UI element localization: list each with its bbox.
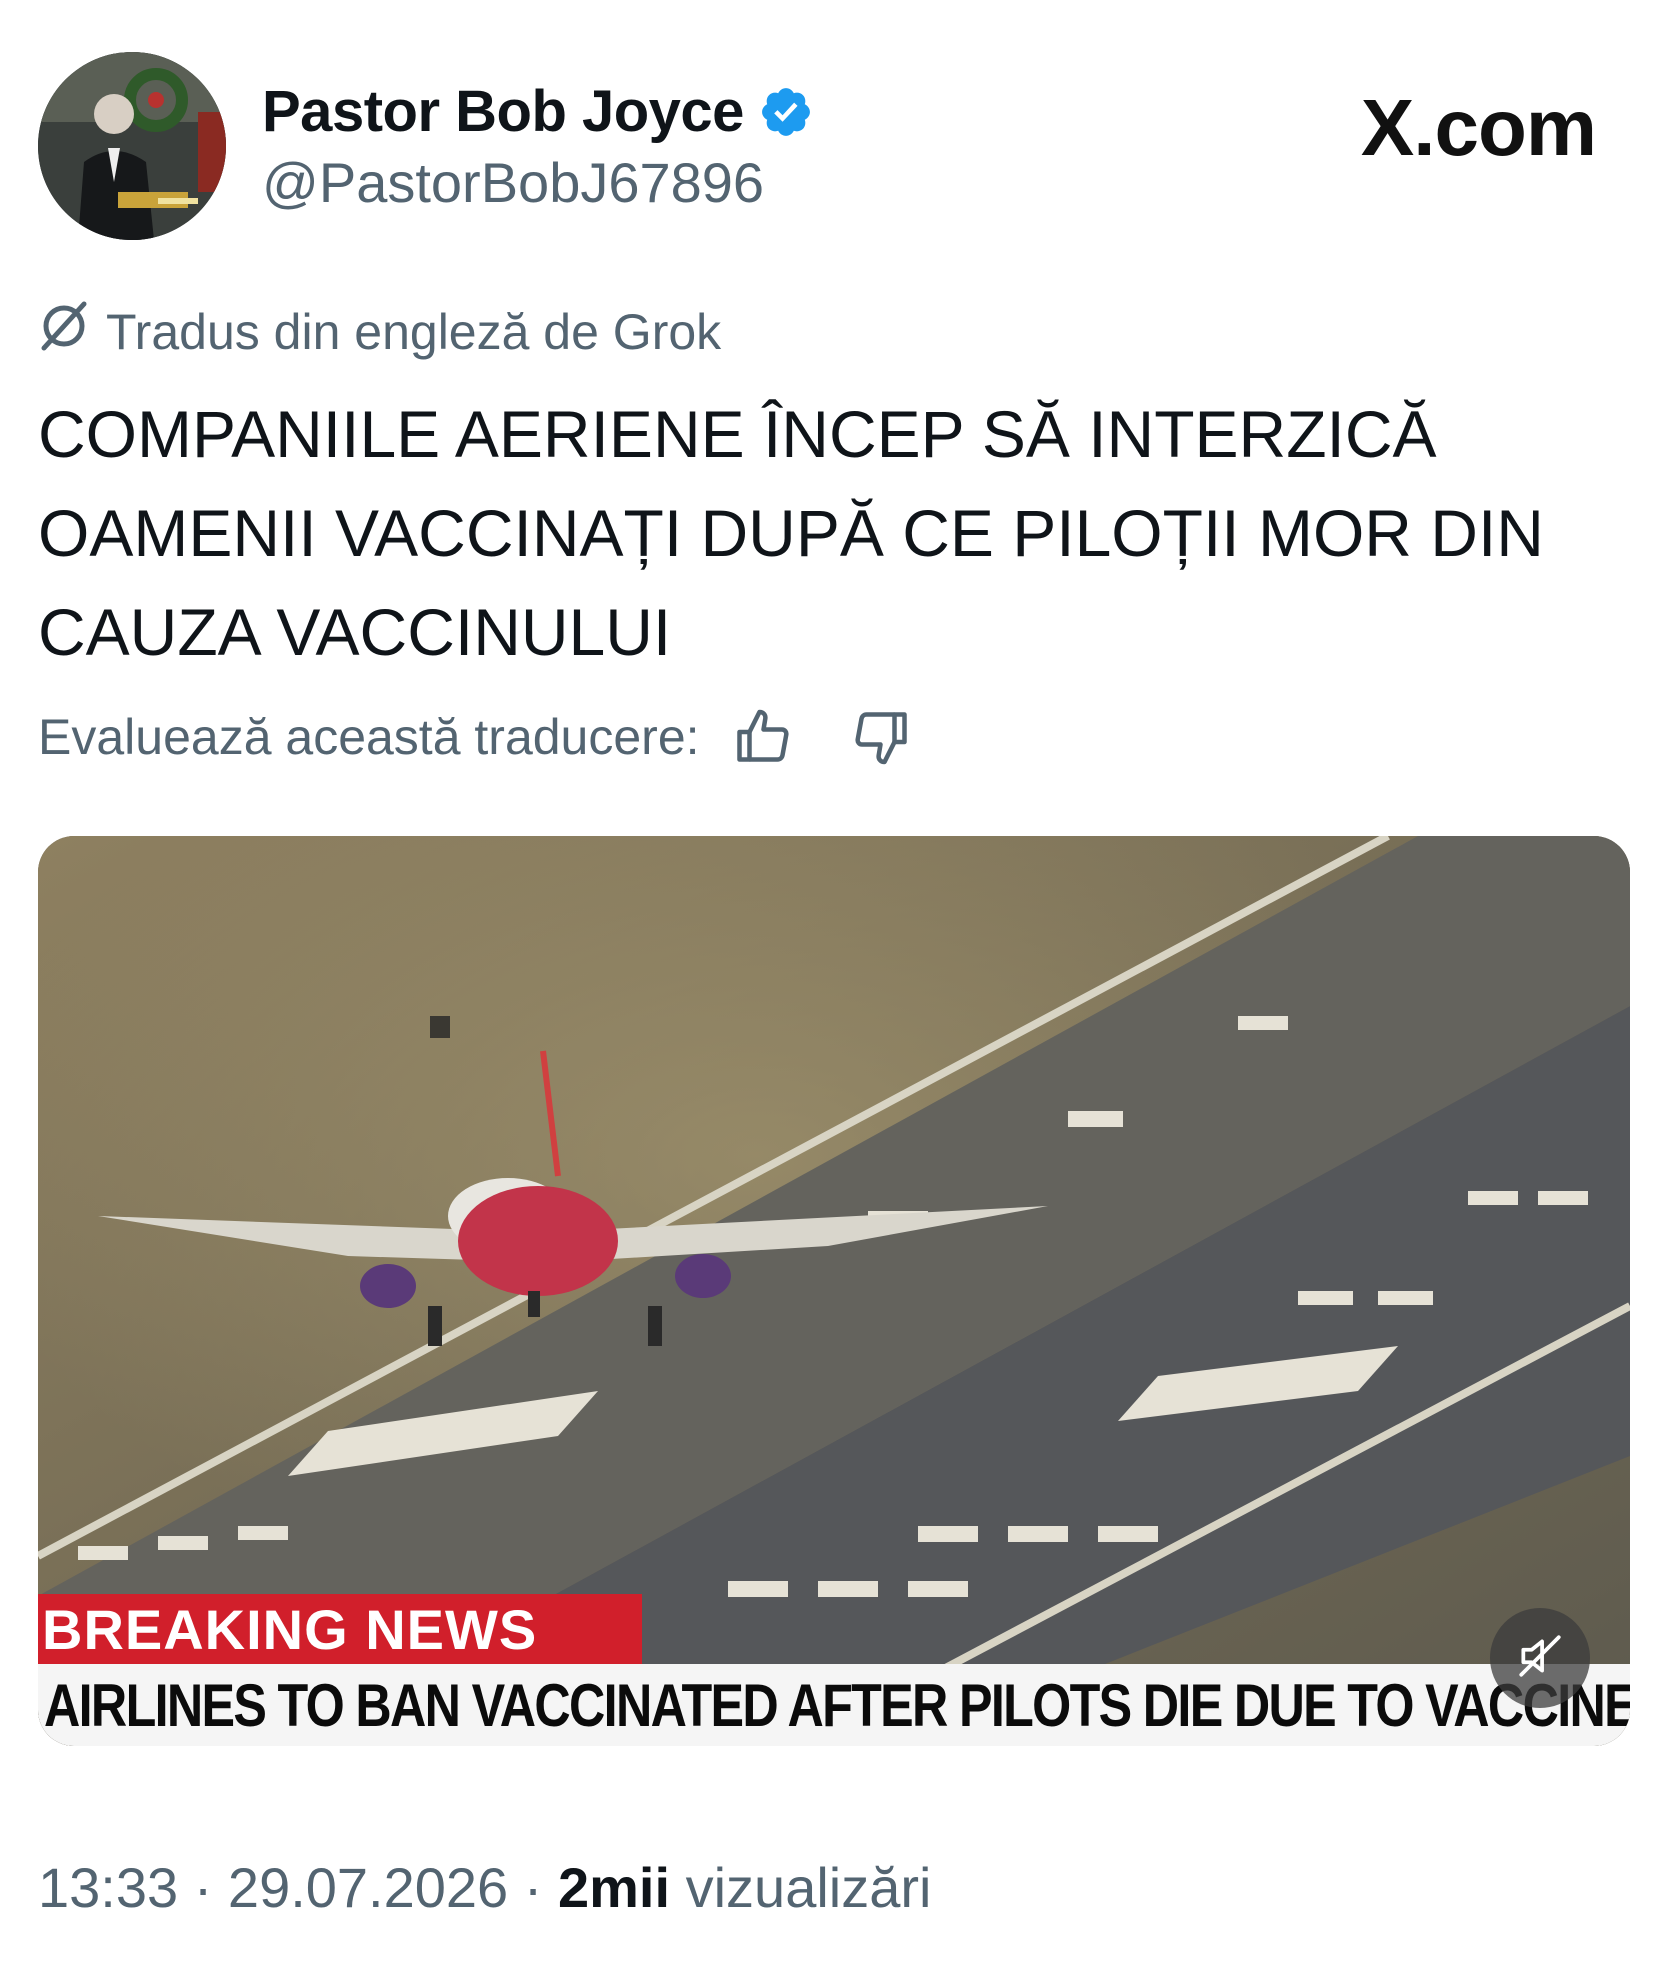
muted-speaker-icon [1515, 1631, 1565, 1686]
brand-watermark: X.com [1360, 83, 1597, 172]
meta-separator: · [193, 1856, 213, 1919]
thumbs-down-icon[interactable] [850, 705, 914, 769]
post-meta: 13:33 · 29.07.2026 · 2mii vizualizări [38, 1855, 931, 1920]
translation-notice: Tradus din engleză de Grok [38, 300, 721, 364]
verified-badge-icon [758, 84, 814, 140]
meta-separator: · [523, 1856, 543, 1919]
author-display-name[interactable]: Pastor Bob Joyce [262, 78, 744, 145]
breaking-news-badge: BREAKING NEWS [38, 1594, 642, 1664]
thumbs-up-icon[interactable] [730, 705, 794, 769]
post-time[interactable]: 13:33 [38, 1856, 178, 1919]
author-name[interactable]: Pastor Bob Joyce [262, 78, 814, 145]
post-date[interactable]: 29.07.2026 [228, 1856, 508, 1919]
author-handle[interactable]: @PastorBobJ67896 [262, 150, 764, 215]
unmute-button[interactable] [1490, 1608, 1590, 1708]
rate-translation: Evaluează această traducere: [38, 705, 914, 769]
avatar-photo [38, 52, 226, 240]
translation-notice-text: Tradus din engleză de Grok [106, 304, 722, 360]
avatar[interactable] [38, 52, 226, 240]
views-count[interactable]: 2mii [558, 1856, 670, 1919]
video-player[interactable]: BREAKING NEWS AIRLINES TO BAN VACCINATED… [38, 836, 1630, 1746]
news-ticker: AIRLINES TO BAN VACCINATED AFTER PILOTS … [38, 1664, 1630, 1746]
news-ticker-text: AIRLINES TO BAN VACCINATED AFTER PILOTS … [44, 1671, 1630, 1739]
grok-icon [38, 300, 90, 364]
post-text: COMPANIILE AERIENE ÎNCEP SĂ INTERZICĂ OA… [38, 397, 1544, 669]
rate-translation-label: Evaluează această traducere: [38, 709, 700, 765]
views-label: vizualizări [685, 1856, 932, 1919]
